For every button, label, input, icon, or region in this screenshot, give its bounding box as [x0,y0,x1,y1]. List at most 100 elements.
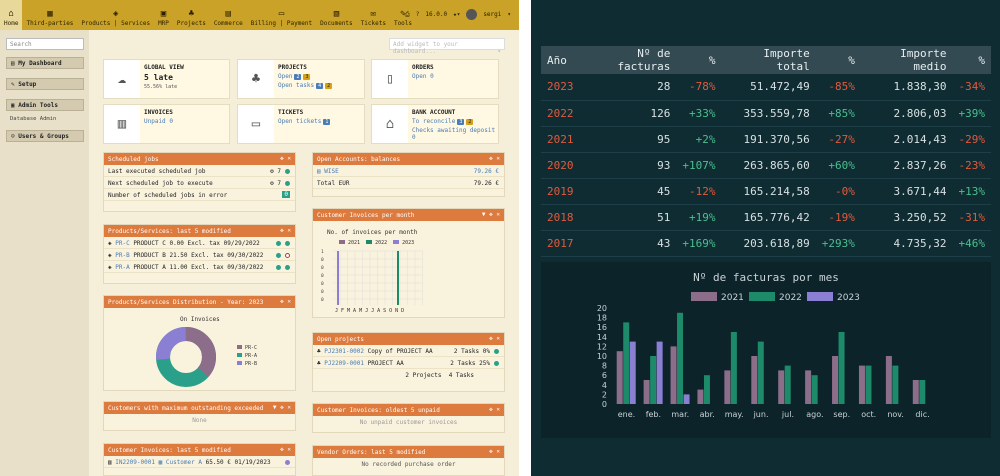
move-icon[interactable]: ✥ [489,448,493,455]
sidebar-search-input[interactable]: Search [6,38,84,50]
username-label[interactable]: sergi [483,11,501,18]
stat-tickets[interactable]: ▭ TICKETS Open tickets 1 [237,104,365,144]
help-icon[interactable]: ? [416,11,420,18]
svg-text:0: 0 [321,297,324,303]
table-row[interactable]: ♣ PJ2301-0002 Copy of PROJECT AA 2 Tasks … [313,345,504,357]
print-icon[interactable]: ⎙ [405,11,410,19]
close-icon[interactable]: ✕ [496,155,500,162]
nav-commerce[interactable]: ▤ Commerce [210,0,247,30]
nav-third-parties[interactable]: ▦ Third-parties [22,0,77,30]
bookmark-star-icon[interactable]: ★▾ [453,11,460,18]
bank-checks-link[interactable]: Checks awaiting deposit 0 [412,127,498,141]
sidebar-sub-database-admin[interactable]: Database Admin [10,116,56,122]
sidebar-item-users-groups[interactable]: ☺ Users & Groups [6,130,84,142]
bar [616,351,623,404]
sidebar-item-admin-tools[interactable]: ▣ Admin Tools [6,99,84,111]
svg-text:0: 0 [321,273,324,279]
table-row[interactable]: ◈ PR-B PRODUCT B 21.50 Excl. tax 09/30/2… [104,249,295,261]
cell-avg: 4.735,32 [860,230,953,257]
stat-orders[interactable]: ▯ ORDERS Open 0 [371,59,499,99]
bar [730,332,737,404]
add-widget-select[interactable]: Add widget to your dashboard... ▾ [389,38,505,55]
close-icon[interactable]: ✕ [287,227,291,234]
invoices-unpaid-link[interactable]: Unpaid 0 [144,118,173,125]
filter-icon[interactable]: ▼ [273,404,277,411]
cell-avg-pct: -23% [952,152,991,179]
move-icon[interactable]: ✥ [280,446,284,453]
nav-products[interactable]: ◈ Products | Services [77,0,154,30]
user-avatar[interactable] [466,9,478,20]
chevron-down-icon[interactable]: ▾ [507,11,511,18]
sidebar-item-setup[interactable]: ✎ Setup [6,78,84,90]
projects-open-link[interactable]: Open 2 3 [278,73,311,80]
move-icon[interactable]: ✥ [489,335,493,342]
panel-header: Customers with maximum outstanding excee… [104,402,295,414]
table-row[interactable]: ◈ PR-C PRODUCT C 0.00 Excl. tax 09/29/20… [104,237,295,249]
sitemap-icon: ♣ [238,60,274,98]
move-icon[interactable]: ✥ [280,155,284,162]
cell-total-pct: -0% [815,178,861,205]
table-row[interactable]: ◈ PR-A PRODUCT A 11.00 Excl. tax 09/30/2… [104,261,295,273]
nav-billing[interactable]: ▭ Billing | Payment [247,0,316,30]
cell-count: 45 [579,178,677,205]
move-icon[interactable]: ✥ [280,227,284,234]
close-icon[interactable]: ✕ [287,404,291,411]
bar [832,356,839,404]
nav-projects[interactable]: ♣ Projects [173,0,210,30]
warning-badge: 2 [466,119,474,125]
tickets-open-link[interactable]: Open tickets 1 [278,118,331,125]
cron-icon: ⚙ [270,168,274,175]
table-row[interactable]: ♣ PJ2209-0001 PROJECT AA 2 Tasks 25% [313,357,504,369]
table-row[interactable]: ▤ WISE 79.26 € [313,165,504,177]
x-tick-label: dic. [915,410,929,419]
close-icon[interactable]: ✕ [496,335,500,342]
move-icon[interactable]: ✥ [489,211,493,218]
move-icon[interactable]: ✥ [280,404,284,411]
table-row: 2019 45 -12% 165.214,58 -0% 3.671,44 +13% [541,178,991,205]
cell-total: 165.214,58 [721,178,816,205]
chart-title: On Invoices [180,316,220,323]
cell-year: 2019 [541,178,580,205]
stat-projects[interactable]: ♣ PROJECTS Open 2 3 Open tasks 4 2 [237,59,365,99]
bank-reconcile-link[interactable]: To reconcile 3 2 [412,118,474,125]
filter-icon[interactable]: ▼ [482,211,486,218]
panel-products-distribution: Products/Services Distribution - Year: 2… [103,295,296,391]
cell-avg-pct: +46% [952,230,991,257]
stat-invoices[interactable]: ▥ INVOICES Unpaid 0 [103,104,230,144]
stat-bank-account[interactable]: ⌂ BANK ACCOUNT To reconcile 3 2 Checks awa… [371,104,499,144]
stat-global-view[interactable]: ☁ GLOBAL VIEW 5 late 55.56% late [103,59,230,99]
cell-year: 2018 [541,204,580,231]
cell-avg-pct: +39% [952,100,991,127]
sidebar-item-my-dashboard[interactable]: ▤ My Dashboard [6,57,84,69]
close-icon[interactable]: ✕ [496,448,500,455]
close-icon[interactable]: ✕ [287,446,291,453]
projects-tasks-link[interactable]: Open tasks 4 2 [278,82,333,89]
bar [656,341,663,404]
table-row: 2023 28 -78% 51.472,49 -85% 1.838,30 -34% [541,74,991,101]
close-icon[interactable]: ✕ [287,155,291,162]
nav-home[interactable]: ⌂ Home [0,0,23,30]
cell-total: 263.865,60 [721,152,816,179]
building-icon: ▦ [47,9,53,19]
cell-count: 51 [579,204,677,231]
move-icon[interactable]: ✥ [489,155,493,162]
move-icon[interactable]: ✥ [280,298,284,305]
status-dot [285,169,290,174]
close-icon[interactable]: ✕ [496,211,500,218]
panel-products-modified: Products/Services: last 5 modified ✥ ✕ ◈ … [103,224,296,284]
orders-open-link[interactable]: Open 0 [412,73,434,80]
cell-count-pct: +169% [676,230,722,257]
table-row[interactable]: ▥ IN2209-0001 ▦ Customer A 65.50 € 01/19… [104,456,295,468]
move-icon[interactable]: ✥ [489,406,493,413]
nav-mrp[interactable]: ▣ MRP [154,0,173,30]
legend-label: 2023 [837,293,860,303]
close-icon[interactable]: ✕ [287,298,291,305]
ticket-icon: ▭ [238,105,274,143]
suitcase-icon: ▤ [225,9,231,19]
bar [670,346,677,404]
close-icon[interactable]: ✕ [496,406,500,413]
ticket-icon: ✉ [370,9,377,19]
nav-documents[interactable]: ▧ Documents [316,0,357,30]
col-avg-pct: % [952,46,991,74]
nav-tickets[interactable]: ✉ Tickets [357,0,390,30]
